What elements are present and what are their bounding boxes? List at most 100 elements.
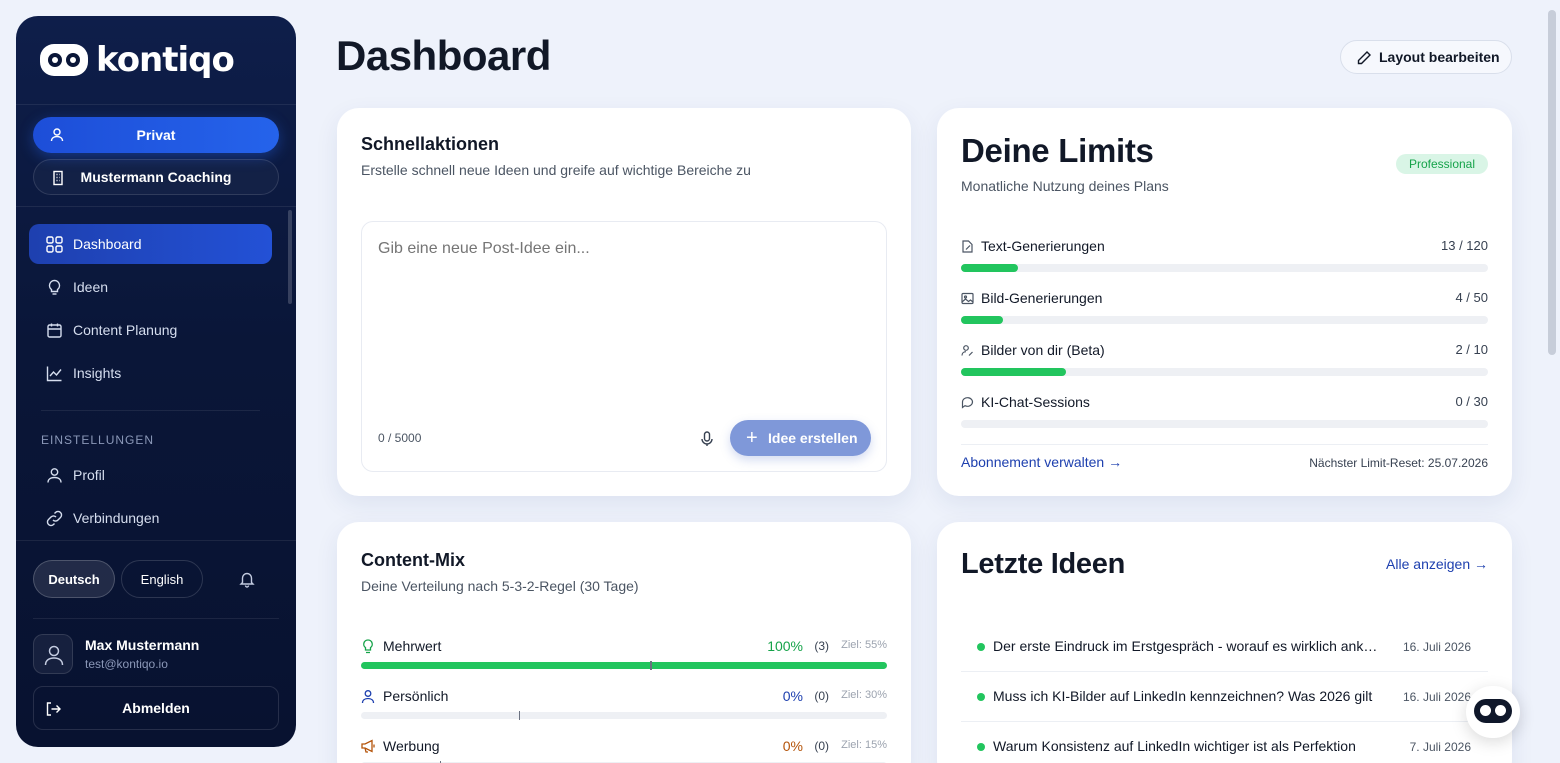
status-dot <box>977 693 985 701</box>
limit-value: 0 / 30 <box>1455 394 1488 409</box>
card-subtitle: Erstelle schnell neue Ideen und greife a… <box>361 162 751 178</box>
mix-label: Persönlich <box>383 688 449 704</box>
show-all-link[interactable]: Alle anzeigen → <box>1386 556 1488 572</box>
card-title: Schnellaktionen <box>361 134 500 154</box>
nav-item-ideen[interactable]: Ideen <box>29 267 272 307</box>
list-item[interactable]: Muss ich KI-Bilder auf LinkedIn kennzeic… <box>961 672 1488 722</box>
card-subtitle: Monatliche Nutzung deines Plans <box>961 178 1169 194</box>
brand-logo[interactable]: kontiqo <box>40 40 235 80</box>
lightbulb-icon <box>363 639 373 654</box>
manage-subscription-link[interactable]: Abonnement verwalten → <box>961 454 1122 470</box>
limit-row: Text-Generierungen 13 / 120 <box>961 238 1488 278</box>
logout-label: Abmelden <box>122 700 190 716</box>
mix-percent: 0% <box>782 738 803 754</box>
pencil-icon <box>1357 51 1371 65</box>
mix-count: (0) <box>814 739 829 753</box>
card-subtitle: Deine Verteilung nach 5-3-2-Regel (30 Ta… <box>361 578 639 594</box>
limit-label: Bild-Generierungen <box>981 290 1103 306</box>
nav-item-content-planung[interactable]: Content Planung <box>29 310 272 350</box>
list-item[interactable]: Warum Konsistenz auf LinkedIn wichtiger … <box>961 722 1471 763</box>
list-item[interactable]: Der erste Eindruck im Erstgespräch - wor… <box>961 622 1488 672</box>
idea-date: 16. Juli 2026 <box>1402 690 1471 704</box>
chat-assistant-button[interactable] <box>1466 686 1520 738</box>
workspace-coaching-button[interactable]: Mustermann Coaching <box>33 159 279 195</box>
progress-fill <box>361 662 887 669</box>
pen-doc-icon <box>962 240 973 253</box>
nav-label: Insights <box>73 365 122 381</box>
mix-goal: Ziel: 55% <box>841 639 887 651</box>
user-pen-icon <box>961 345 973 356</box>
user-icon <box>44 645 64 666</box>
chat-icon <box>961 397 974 409</box>
target-marker <box>518 711 521 720</box>
limit-row: KI-Chat-Sessions 0 / 30 <box>961 394 1488 434</box>
image-icon <box>961 292 974 305</box>
idea-date: 7. Juli 2026 <box>1409 740 1471 754</box>
mix-count: (0) <box>814 689 829 703</box>
workspace-privat-button[interactable]: Privat <box>33 117 279 153</box>
idea-title: Der erste Eindruck im Erstgespräch - wor… <box>993 638 1385 654</box>
progress-fill <box>961 316 1004 324</box>
limit-value: 2 / 10 <box>1455 342 1488 357</box>
nav-label: Content Planung <box>73 322 178 338</box>
divider <box>16 540 296 541</box>
limit-value: 4 / 50 <box>1455 290 1488 305</box>
workspace-label: Privat <box>136 127 176 143</box>
logout-button[interactable]: Abmelden <box>33 686 279 730</box>
progress-fill <box>961 264 1019 272</box>
nav-label: Profil <box>73 467 105 483</box>
language-english-button[interactable]: English <box>121 560 203 598</box>
progress-track <box>961 420 1488 428</box>
brand-name: kontiqo <box>96 40 235 80</box>
char-count: 0 / 5000 <box>378 431 422 445</box>
lightbulb-icon <box>48 279 61 295</box>
workspace-label: Mustermann Coaching <box>80 169 232 185</box>
idea-input[interactable] <box>378 240 868 258</box>
progress-track <box>961 368 1488 376</box>
mix-label: Werbung <box>383 738 440 754</box>
plan-badge: Professional <box>1396 154 1488 174</box>
limits-card: Deine Limits Monatliche Nutzung deines P… <box>937 108 1512 496</box>
card-title: Deine Limits <box>961 132 1154 169</box>
user-icon <box>361 690 375 704</box>
settings-section-label: EINSTELLUNGEN <box>41 433 155 447</box>
avatar[interactable] <box>33 634 73 674</box>
user-name: Max Mustermann <box>85 637 200 653</box>
calendar-icon <box>47 323 62 338</box>
divider <box>33 618 279 619</box>
edit-layout-label: Layout bearbeiten <box>1379 49 1500 65</box>
language-deutsch-button[interactable]: Deutsch <box>33 560 115 598</box>
limit-label: KI-Chat-Sessions <box>981 394 1090 410</box>
page-scrollbar[interactable] <box>1548 10 1556 355</box>
nav-item-profil[interactable]: Profil <box>29 455 272 495</box>
bell-icon[interactable] <box>238 570 256 588</box>
mix-row: Persönlich 0% (0) Ziel: 30% <box>361 688 887 720</box>
mix-count: (3) <box>814 639 829 653</box>
link-icon <box>46 510 63 527</box>
edit-layout-button[interactable]: Layout bearbeiten <box>1340 40 1512 74</box>
progress-track <box>961 264 1488 272</box>
limit-label: Text-Generierungen <box>981 238 1105 254</box>
divider <box>16 206 296 207</box>
microphone-icon[interactable] <box>700 431 714 447</box>
logout-icon <box>46 702 61 716</box>
status-dot <box>977 743 985 751</box>
mix-goal: Ziel: 30% <box>841 689 887 701</box>
recent-ideas-card: Letzte Ideen Alle anzeigen → Der erste E… <box>937 522 1512 763</box>
user-email: test@kontiqo.io <box>85 657 168 671</box>
create-idea-button[interactable]: + Idee erstellen <box>730 420 871 456</box>
user-icon <box>50 128 64 142</box>
mix-label: Mehrwert <box>383 638 442 654</box>
sidebar-scrollbar[interactable] <box>288 210 292 304</box>
divider <box>41 410 260 411</box>
progress-fill <box>961 368 1067 376</box>
grid-icon <box>46 236 63 253</box>
limit-reset-text: Nächster Limit-Reset: 25.07.2026 <box>1309 456 1488 470</box>
idea-title: Warum Konsistenz auf LinkedIn wichtiger … <box>993 738 1356 754</box>
nav-item-dashboard[interactable]: Dashboard <box>29 224 272 264</box>
sidebar: kontiqo Privat Mustermann Coaching Dashb… <box>16 16 296 747</box>
nav-item-insights[interactable]: Insights <box>29 353 272 393</box>
page-title: Dashboard <box>336 32 551 79</box>
card-title: Content-Mix <box>361 550 465 570</box>
nav-item-verbindungen[interactable]: Verbindungen <box>29 498 272 538</box>
